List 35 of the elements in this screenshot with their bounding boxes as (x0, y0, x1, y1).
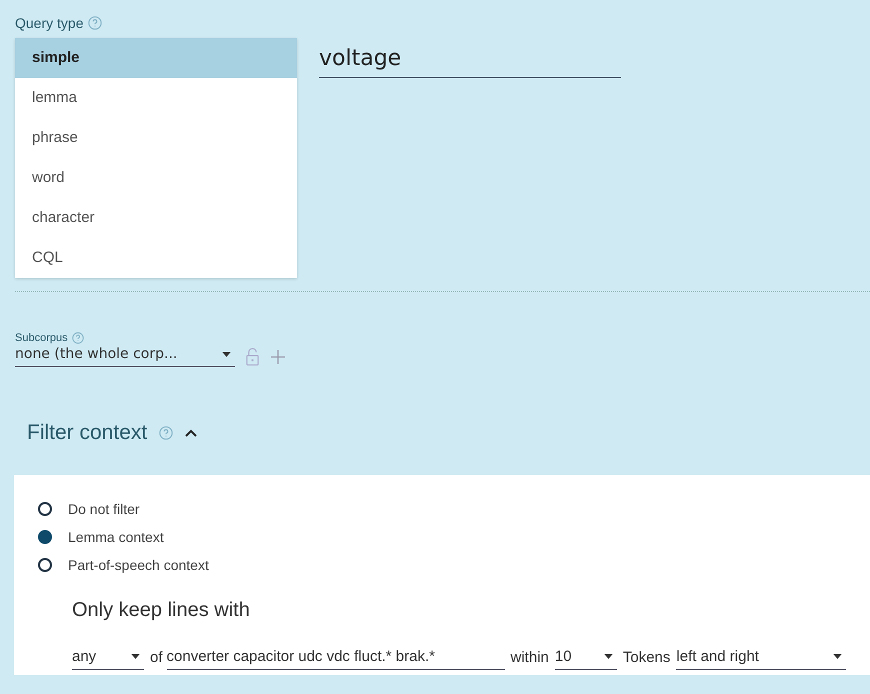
query-type-option[interactable]: simple (15, 38, 297, 78)
field-label: of (150, 649, 163, 668)
field-label: within (510, 649, 549, 668)
caret-icon (222, 352, 231, 356)
section-title: Filter context (27, 421, 148, 445)
query-type-option[interactable]: character (15, 198, 297, 238)
radio-button[interactable] (38, 530, 52, 544)
caret-icon (131, 654, 140, 659)
caret-icon (833, 654, 842, 659)
lemma-input-field[interactable]: converter capacitor udc vdc fluct.* brak.* (166, 648, 505, 670)
radio-button[interactable] (38, 558, 52, 572)
radio-label: Part-of-speech context (68, 557, 209, 573)
window-select[interactable]: 10 (554, 648, 617, 670)
radio-label: Lemma context (68, 529, 164, 545)
field-label: Tokens (622, 649, 670, 668)
field-label: Subcorpus (15, 332, 68, 344)
field-label: Query type (15, 15, 84, 31)
caret-icon (604, 654, 613, 659)
radio-button[interactable] (38, 502, 52, 516)
query-input-field[interactable]: voltage (319, 46, 621, 78)
radio-label: Do not filter (68, 501, 140, 517)
query-type-option[interactable]: lemma (15, 78, 297, 118)
help-icon[interactable] (88, 16, 102, 30)
help-icon[interactable] (72, 332, 84, 344)
lock-icon[interactable] (245, 347, 260, 366)
plus-icon[interactable] (270, 348, 286, 364)
subcorpus-select[interactable]: none (the whole corp... (15, 346, 235, 367)
direction-select[interactable]: left and right (676, 648, 846, 670)
section-heading: Only keep lines with (72, 599, 251, 622)
query-type-option[interactable]: CQL (15, 238, 297, 278)
query-type-option[interactable]: phrase (15, 118, 297, 158)
collapse-icon[interactable] (185, 429, 198, 437)
query-type-option[interactable]: word (15, 158, 297, 198)
match-select[interactable]: any (72, 648, 144, 670)
help-icon[interactable] (159, 426, 174, 440)
